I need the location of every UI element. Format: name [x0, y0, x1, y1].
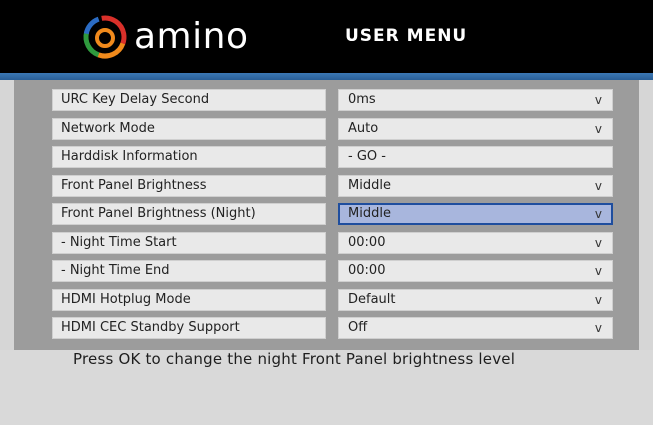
- menu-item-value: Auto: [348, 121, 379, 136]
- dropdown-arrow-icon: v: [594, 122, 602, 136]
- header-stripe: [0, 73, 653, 80]
- menu-item-value: - GO -: [348, 149, 386, 164]
- amino-logo-icon: [83, 15, 127, 59]
- menu-item-value: Middle: [348, 206, 391, 221]
- dropdown-arrow-icon: v: [594, 236, 602, 250]
- menu-item-value-dropdown[interactable]: Auto v: [338, 118, 613, 140]
- help-text: Press OK to change the night Front Panel…: [73, 350, 516, 368]
- menu-item-value-dropdown[interactable]: 00:00 v: [338, 232, 613, 254]
- menu-item-value: 0ms: [348, 92, 376, 107]
- menu-item-label: Front Panel Brightness: [52, 175, 326, 197]
- menu-item-label: Harddisk Information: [52, 146, 326, 168]
- amino-logo: amino: [82, 12, 248, 62]
- menu-item-value-dropdown[interactable]: 00:00 v: [338, 260, 613, 282]
- dropdown-arrow-icon: v: [594, 264, 602, 278]
- menu-item-value: Default: [348, 292, 396, 307]
- menu-item-value-dropdown[interactable]: Off v: [338, 317, 613, 339]
- page-title: USER MENU: [345, 26, 468, 46]
- menu-item-value: Middle: [348, 178, 391, 193]
- dropdown-arrow-icon: v: [594, 207, 602, 221]
- dropdown-arrow-icon: v: [594, 293, 602, 307]
- menu-item-value-dropdown[interactable]: Middle v: [338, 203, 613, 225]
- menu-item-value: 00:00: [348, 235, 386, 250]
- logo-text: amino: [134, 16, 249, 57]
- menu-item-label: Network Mode: [52, 118, 326, 140]
- menu-item-value-dropdown[interactable]: - GO -: [338, 146, 613, 168]
- menu-item-label: - Night Time Start: [52, 232, 326, 254]
- menu-item-value-dropdown[interactable]: Middle v: [338, 175, 613, 197]
- dropdown-arrow-icon: v: [594, 321, 602, 335]
- menu-item-label: HDMI CEC Standby Support: [52, 317, 326, 339]
- menu-item-value: Off: [348, 320, 368, 335]
- dropdown-arrow-icon: v: [594, 179, 602, 193]
- menu-item-label: - Night Time End: [52, 260, 326, 282]
- menu-item-label: HDMI Hotplug Mode: [52, 289, 326, 311]
- menu-item-label: Front Panel Brightness (Night): [52, 203, 326, 225]
- menu-item-value-dropdown[interactable]: 0ms v: [338, 89, 613, 111]
- dropdown-arrow-icon: v: [594, 93, 602, 107]
- menu-item-value-dropdown[interactable]: Default v: [338, 289, 613, 311]
- menu-item-label: URC Key Delay Second: [52, 89, 326, 111]
- menu-item-value: 00:00: [348, 263, 386, 278]
